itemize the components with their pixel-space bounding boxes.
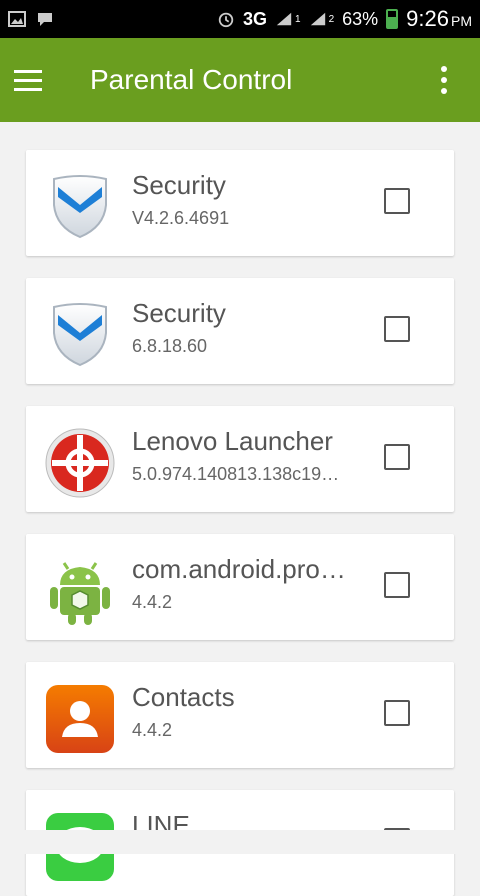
- bbm-icon: [36, 11, 54, 27]
- battery-percent: 63%: [342, 8, 379, 29]
- network-type: 3G: [243, 8, 268, 29]
- shield-icon: [44, 171, 116, 243]
- battery-icon: [386, 9, 399, 29]
- select-checkbox[interactable]: [384, 316, 410, 342]
- list-item[interactable]: Security 6.8.18.60: [26, 278, 454, 384]
- android-robot-icon: [44, 555, 116, 627]
- app-name: Security: [132, 298, 226, 328]
- shield-icon: [44, 299, 116, 371]
- status-bar: 3G 1 2 63% 9:26 PM: [0, 0, 480, 38]
- hamburger-menu-icon[interactable]: [14, 52, 70, 108]
- list-item[interactable]: com.android.pro… 4.4.2: [26, 534, 454, 640]
- app-name: Lenovo Launcher: [132, 426, 333, 456]
- app-version: 5.0.974.140813.138c19…: [132, 464, 340, 484]
- app-bar: Parental Control: [0, 38, 480, 122]
- app-version: 4.4.2: [132, 592, 173, 612]
- select-checkbox[interactable]: [384, 188, 410, 214]
- overflow-menu-icon[interactable]: [424, 52, 464, 108]
- sim-slot-2: 2: [328, 13, 335, 25]
- lenovo-launcher-icon: [44, 427, 116, 499]
- select-checkbox[interactable]: [384, 444, 410, 470]
- gallery-icon: [8, 11, 26, 27]
- contacts-icon: [44, 683, 116, 755]
- signal-icon-2: [309, 11, 327, 27]
- sim-slot-1: 1: [295, 13, 301, 25]
- list-item[interactable]: Contacts 4.4.2: [26, 662, 454, 768]
- app-version: 4.4.2: [132, 720, 173, 740]
- list-item[interactable]: Lenovo Launcher 5.0.974.140813.138c19…: [26, 406, 454, 512]
- app-name: Contacts: [132, 682, 235, 712]
- list-item[interactable]: Security V4.2.6.4691: [26, 150, 454, 256]
- app-version: 6.8.18.60: [132, 336, 208, 356]
- select-checkbox[interactable]: [384, 572, 410, 598]
- list-bottom-edge: [0, 830, 480, 854]
- app-name: com.android.pro…: [132, 554, 346, 584]
- select-checkbox[interactable]: [384, 700, 410, 726]
- page-title: Parental Control: [90, 64, 293, 95]
- alarm-icon: [217, 11, 235, 28]
- app-name: Security: [132, 170, 226, 200]
- app-version: V4.2.6.4691: [132, 208, 230, 228]
- signal-icon: [275, 11, 293, 27]
- clock: 9:26 PM: [406, 6, 472, 31]
